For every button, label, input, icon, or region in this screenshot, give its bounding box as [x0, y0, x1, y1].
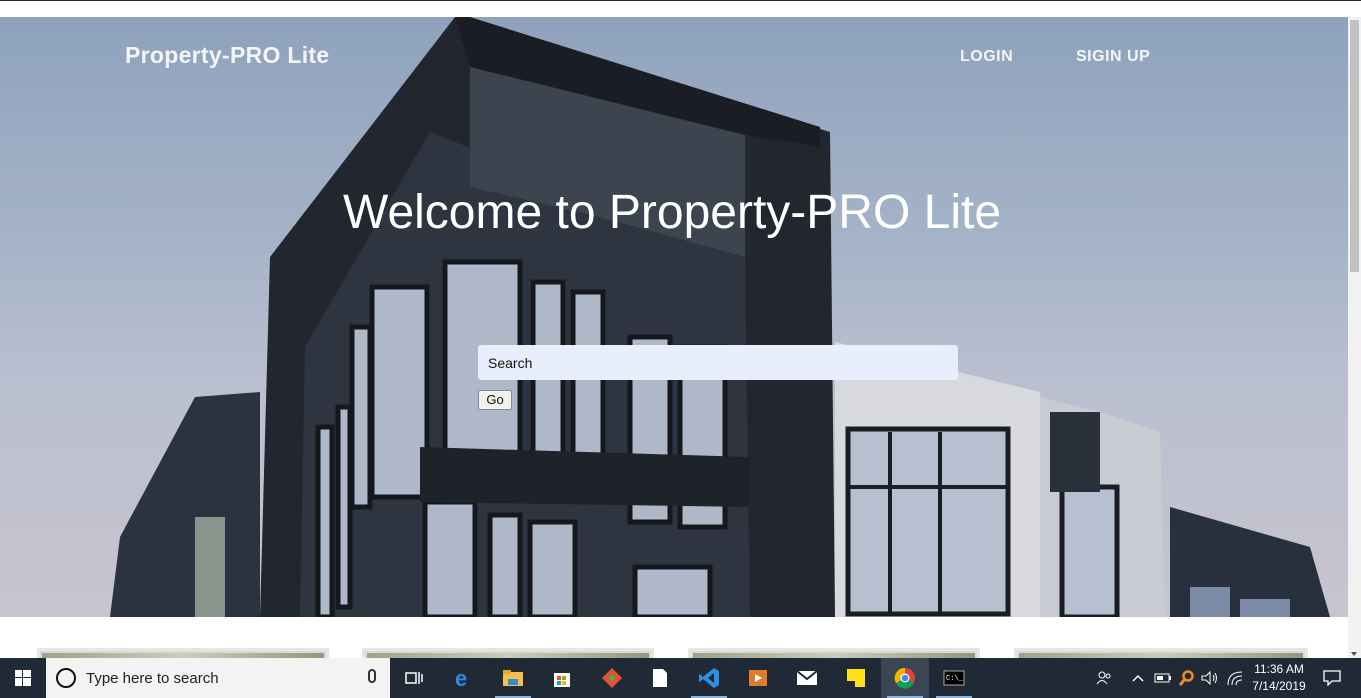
action-center-button[interactable] — [1318, 658, 1346, 698]
microphone-icon[interactable] — [368, 669, 376, 683]
cortana-icon — [56, 668, 76, 688]
people-button[interactable] — [1092, 658, 1116, 698]
store-button[interactable] — [538, 658, 586, 698]
speaker-icon — [1201, 671, 1217, 685]
hero-headline: Welcome to Property-PRO Lite — [343, 186, 1002, 239]
windows-logo-icon — [15, 670, 31, 686]
search-go-button[interactable]: Go — [478, 390, 512, 410]
browser-page: Property-PRO Lite LOGIN SIGIN UP Welcome… — [0, 0, 1361, 698]
terminal-button[interactable]: C:\_ — [930, 658, 978, 698]
task-view-button[interactable] — [390, 658, 438, 698]
page-scrollbar[interactable] — [1348, 17, 1361, 658]
notepad-button[interactable] — [636, 658, 684, 698]
edge-icon: e — [455, 667, 467, 689]
taskbar-search-box[interactable]: Type here to search — [46, 658, 390, 698]
people-icon — [1096, 671, 1111, 685]
store-icon — [554, 673, 570, 687]
chrome-button[interactable] — [881, 658, 929, 698]
hero-banner: Property-PRO Lite LOGIN SIGIN UP Welcome… — [0, 17, 1348, 617]
show-hidden-icons-button[interactable] — [1128, 658, 1148, 698]
search-tray-button[interactable] — [1176, 658, 1198, 698]
git-button[interactable] — [588, 658, 636, 698]
git-icon — [602, 668, 622, 688]
scroll-down-arrow-icon[interactable] — [1351, 652, 1357, 656]
clock-time: 11:36 AM — [1254, 662, 1304, 676]
task-view-icon — [405, 672, 423, 684]
browser-top-strip — [0, 0, 1361, 17]
chrome-icon — [894, 667, 915, 689]
battery-button[interactable] — [1152, 658, 1174, 698]
svg-text:e: e — [455, 667, 467, 689]
site-brand-logo[interactable]: Property-PRO Lite — [125, 42, 329, 69]
building-background-image — [110, 17, 1330, 617]
nav-login-link[interactable]: LOGIN — [960, 48, 1013, 66]
mail-button[interactable] — [783, 658, 831, 698]
scrollbar-thumb[interactable] — [1350, 20, 1359, 272]
vscode-icon — [699, 668, 719, 688]
volume-button[interactable] — [1199, 658, 1221, 698]
start-button[interactable] — [0, 658, 46, 698]
media-player-button[interactable] — [734, 658, 782, 698]
notification-icon — [1323, 670, 1341, 686]
sticky-notes-button[interactable] — [832, 658, 880, 698]
svg-text:C:\_: C:\_ — [946, 675, 964, 683]
terminal-icon: C:\_ — [943, 670, 965, 686]
sticky-notes-icon — [847, 669, 865, 687]
vscode-button[interactable] — [685, 658, 733, 698]
wifi-icon — [1227, 671, 1243, 686]
battery-icon — [1154, 673, 1171, 683]
edge-button[interactable]: e — [440, 658, 488, 698]
property-search-input[interactable] — [478, 345, 958, 380]
mail-icon — [796, 670, 818, 685]
chevron-up-icon — [1132, 674, 1144, 682]
taskbar-clock[interactable]: 11:36 AM 7/14/2019 — [1244, 661, 1314, 695]
file-explorer-icon — [503, 670, 523, 686]
clock-date: 7/14/2019 — [1252, 679, 1306, 693]
notepad-icon — [653, 669, 667, 687]
file-explorer-button[interactable] — [489, 658, 537, 698]
windows-taskbar: Type here to search e C:\_ 11:36 AM 7/14… — [0, 658, 1361, 698]
magnifier-icon — [1179, 670, 1194, 686]
taskbar-search-placeholder: Type here to search — [86, 669, 219, 687]
media-player-icon — [749, 670, 767, 686]
wifi-button[interactable] — [1224, 658, 1246, 698]
nav-signup-link[interactable]: SIGIN UP — [1076, 48, 1150, 66]
